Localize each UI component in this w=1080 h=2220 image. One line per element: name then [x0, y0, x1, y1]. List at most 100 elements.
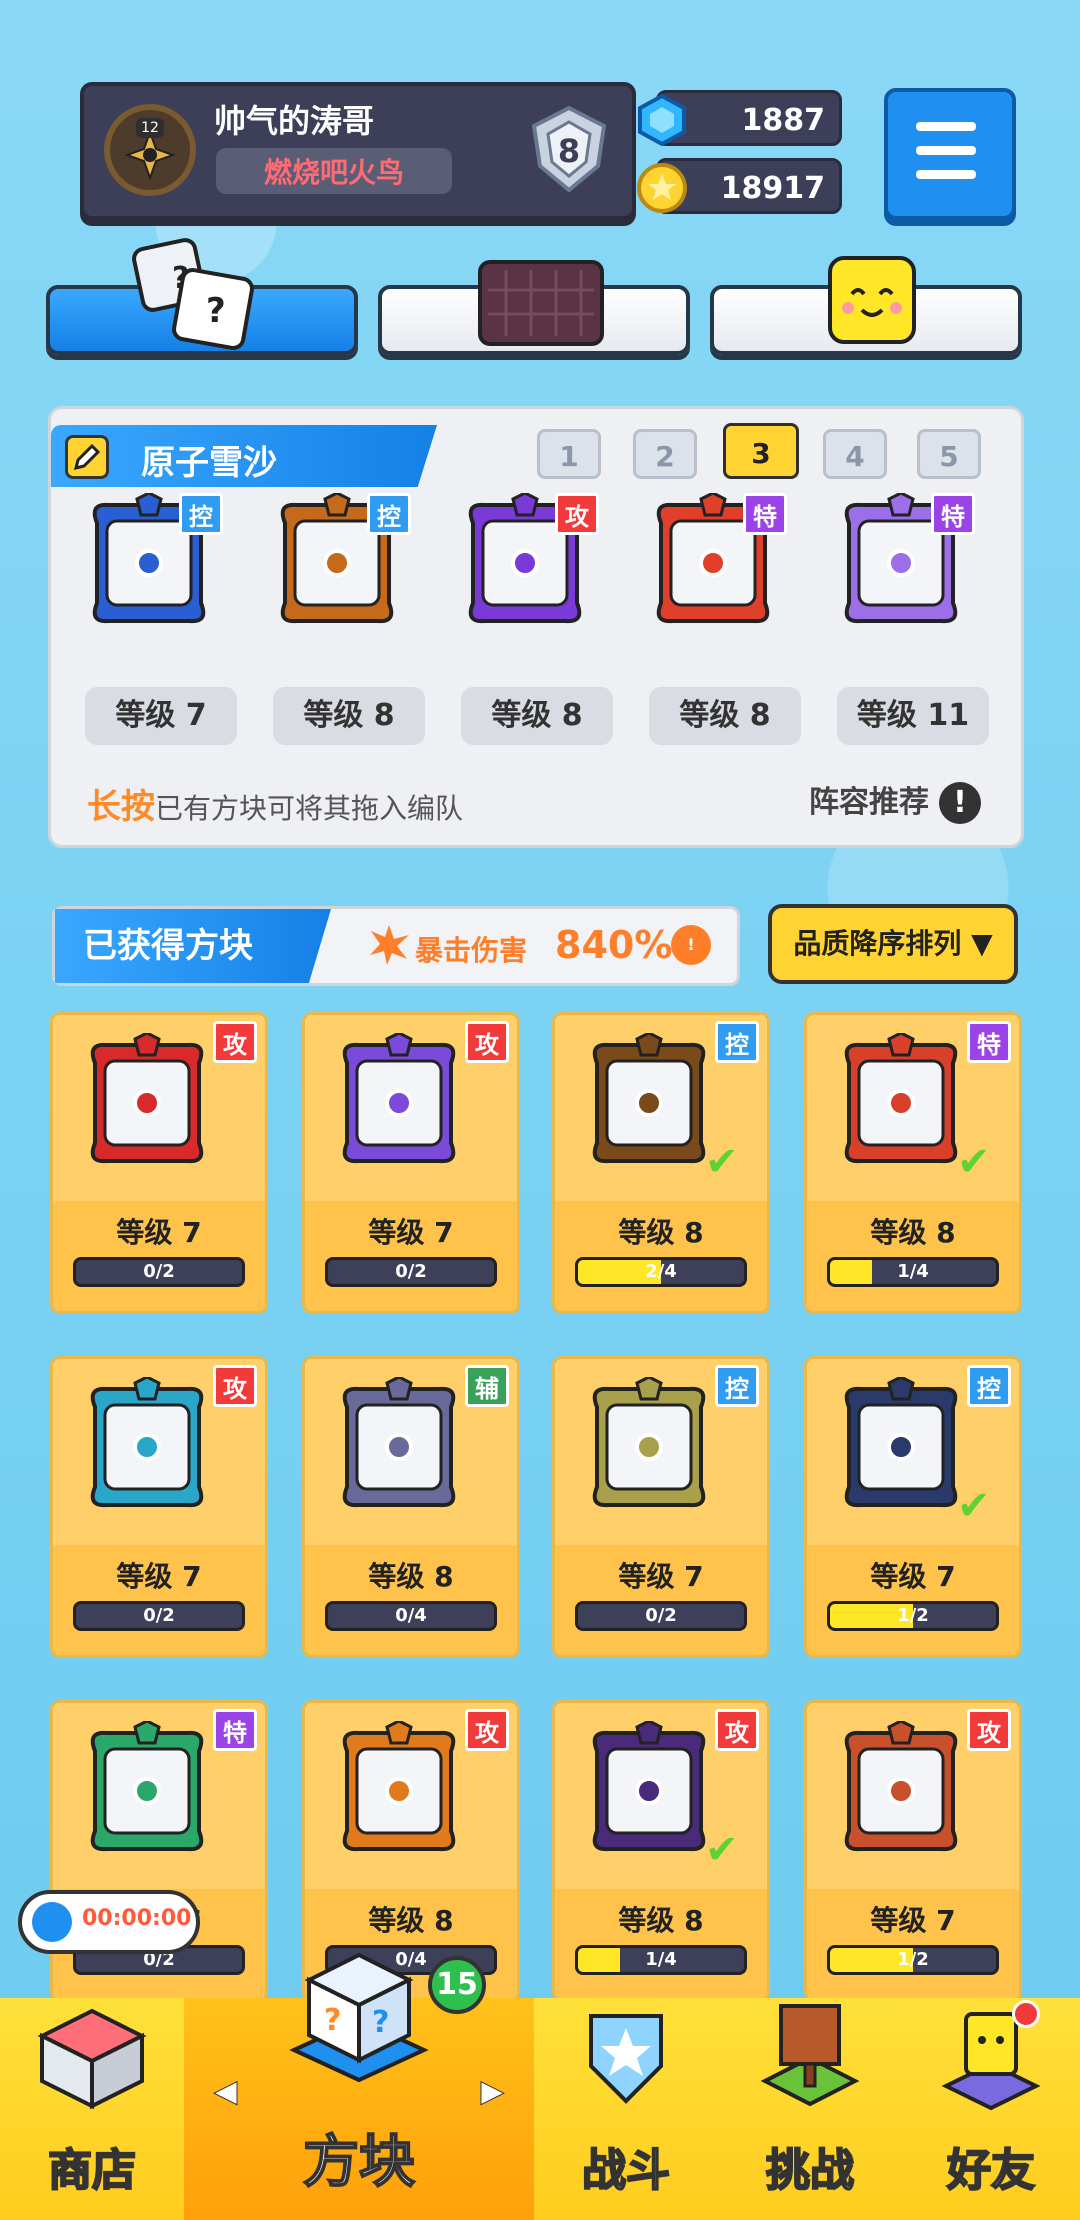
- slot-level-5: 等级 11: [837, 687, 989, 745]
- nav-shop[interactable]: 商店: [0, 1998, 184, 2220]
- challenge-sign-icon: [760, 2004, 860, 2107]
- upgrade-progress-bar: 0/2: [325, 1257, 497, 1287]
- block-card[interactable]: 攻等级 7 0/2: [50, 1356, 268, 1658]
- nav-label-friends: 好友: [946, 2144, 1036, 2197]
- upgrade-progress-bar: 1/4: [575, 1945, 747, 1975]
- block-card[interactable]: 控 ✔ 等级 7 1/2: [804, 1356, 1022, 1658]
- block-card[interactable]: 特 ✔ 等级 8 1/4: [804, 1012, 1022, 1314]
- nav-label-battle: 战斗: [581, 2144, 671, 2197]
- progress-text: 1/4: [645, 1949, 677, 1970]
- avatar-level: 12: [136, 118, 164, 138]
- profile-card[interactable]: 12 帅气的涛哥 燃烧吧火鸟 8: [80, 82, 636, 220]
- block-card[interactable]: 攻 ✔ 等级 8 1/4: [552, 1700, 770, 2002]
- block-icon: [831, 1375, 971, 1517]
- mystery-block-icon: ? ?: [289, 1952, 429, 2083]
- upgrade-progress-bar: 0/2: [575, 1601, 747, 1631]
- block-type-tag: 控: [715, 1021, 759, 1063]
- blocks-badge: 15: [428, 1956, 486, 2014]
- lineup-slot-5[interactable]: 特: [831, 491, 975, 633]
- rank-number: 8: [558, 132, 580, 170]
- block-icon: [579, 1719, 719, 1861]
- block-type-tag: 攻: [213, 1021, 257, 1063]
- lineup-recommend-button[interactable]: 阵容推荐!: [809, 777, 981, 824]
- block-icon: [579, 1375, 719, 1517]
- rank-badge[interactable]: 8: [524, 104, 614, 194]
- slot-type-tag: 攻: [555, 493, 599, 535]
- stopwatch-icon: [32, 1902, 72, 1942]
- card-level: 等级 7: [368, 1216, 454, 1249]
- hint-text: 已有方块可将其拖入编队: [155, 792, 464, 825]
- block-icon: [831, 1719, 971, 1861]
- lineup-slot-1[interactable]: 控: [79, 491, 223, 633]
- nav-battle[interactable]: 战斗: [534, 1998, 718, 2220]
- upgrade-progress-bar: 1/2: [827, 1601, 999, 1631]
- lineup-page-2[interactable]: 2: [633, 429, 697, 479]
- pencil-icon[interactable]: [65, 435, 109, 479]
- crit-info-icon[interactable]: !: [671, 925, 711, 965]
- lineup-page-4[interactable]: 4: [823, 429, 887, 479]
- crit-label: 暴击伤害: [415, 934, 528, 967]
- block-card[interactable]: 攻等级 7 0/2: [50, 1012, 268, 1314]
- slot-level-3: 等级 8: [461, 687, 613, 745]
- block-type-tag: 攻: [715, 1709, 759, 1751]
- block-type-tag: 控: [715, 1365, 759, 1407]
- block-card[interactable]: 攻等级 7 1/2: [804, 1700, 1022, 2002]
- gem-counter[interactable]: 1887: [638, 90, 842, 147]
- avatar[interactable]: 12: [104, 104, 196, 196]
- block-card[interactable]: 特等级 70/2: [50, 1700, 268, 2002]
- crit-burst-icon: [370, 925, 409, 965]
- equipped-check-icon: ✔: [957, 1483, 991, 1529]
- equipped-check-icon: ✔: [705, 1827, 739, 1873]
- progress-text: 2/4: [645, 1261, 677, 1282]
- slot-level-1: 等级 7: [85, 687, 237, 745]
- coin-count: 18917: [720, 171, 825, 206]
- block-card[interactable]: 辅等级 8 0/4: [302, 1356, 520, 1658]
- block-icon: [579, 1031, 719, 1173]
- lineup-page-5[interactable]: 5: [917, 429, 981, 479]
- info-icon[interactable]: !: [939, 782, 981, 824]
- upgrade-progress-bar: 0/2: [73, 1257, 245, 1287]
- lineup-page-1[interactable]: 1: [537, 429, 601, 479]
- bottom-nav: 商店 ? ? 15 ◀ ▶ 方块 战斗 挑战 好友: [0, 1952, 1080, 2220]
- block-icon: [329, 1031, 469, 1173]
- menu-button[interactable]: [884, 88, 1016, 220]
- hint-emphasis: 长按: [87, 787, 155, 827]
- deck-name-banner[interactable]: 原子雪沙: [51, 425, 437, 487]
- block-type-tag: 攻: [465, 1021, 509, 1063]
- svg-text:?: ?: [324, 2003, 341, 2038]
- lineup-page-3[interactable]: 3: [723, 423, 799, 479]
- block-type-tag: 攻: [213, 1365, 257, 1407]
- nav-blocks[interactable]: ? ? 15 ◀ ▶ 方块: [184, 1952, 534, 2220]
- board-icon: [478, 260, 604, 346]
- card-level: 等级 8: [618, 1904, 704, 1937]
- gem-count: 1887: [741, 103, 826, 138]
- nav-friends[interactable]: 好友: [902, 1998, 1080, 2220]
- slot-type-tag: 特: [743, 493, 787, 535]
- timer-bubble[interactable]: 00:00:00: [18, 1890, 200, 1954]
- owned-header: 已获得方块 暴击伤害 840% !: [52, 906, 740, 986]
- upgrade-progress-bar: 0/2: [73, 1601, 245, 1631]
- block-icon: [831, 1031, 971, 1173]
- left-arrow-icon[interactable]: ◀: [213, 2074, 237, 2110]
- card-level: 等级 7: [116, 1560, 202, 1593]
- block-card[interactable]: 攻等级 7 0/2: [302, 1012, 520, 1314]
- block-type-tag: 特: [213, 1709, 257, 1751]
- coin-counter[interactable]: 18917: [637, 158, 842, 214]
- progress-text: 0/4: [395, 1605, 427, 1626]
- block-card[interactable]: 控等级 7 0/2: [552, 1356, 770, 1658]
- owned-label: 已获得方块: [55, 909, 331, 983]
- slot-type-tag: 控: [367, 493, 411, 535]
- lineup-slot-4[interactable]: 特: [643, 491, 787, 633]
- player-name: 帅气的涛哥: [214, 102, 375, 140]
- equipped-check-icon: ✔: [957, 1139, 991, 1185]
- upgrade-progress-bar: 2/4: [575, 1257, 747, 1287]
- right-arrow-icon[interactable]: ▶: [480, 2074, 504, 2110]
- nav-label-shop: 商店: [47, 2144, 137, 2197]
- nav-challenge[interactable]: 挑战: [718, 1998, 902, 2220]
- block-type-tag: 控: [967, 1365, 1011, 1407]
- block-icon: [329, 1719, 469, 1861]
- lineup-slot-3[interactable]: 攻: [455, 491, 599, 633]
- sort-button[interactable]: 品质降序排列 ▼: [768, 904, 1018, 984]
- lineup-slot-2[interactable]: 控: [267, 491, 411, 633]
- block-card[interactable]: 控 ✔ 等级 8 2/4: [552, 1012, 770, 1314]
